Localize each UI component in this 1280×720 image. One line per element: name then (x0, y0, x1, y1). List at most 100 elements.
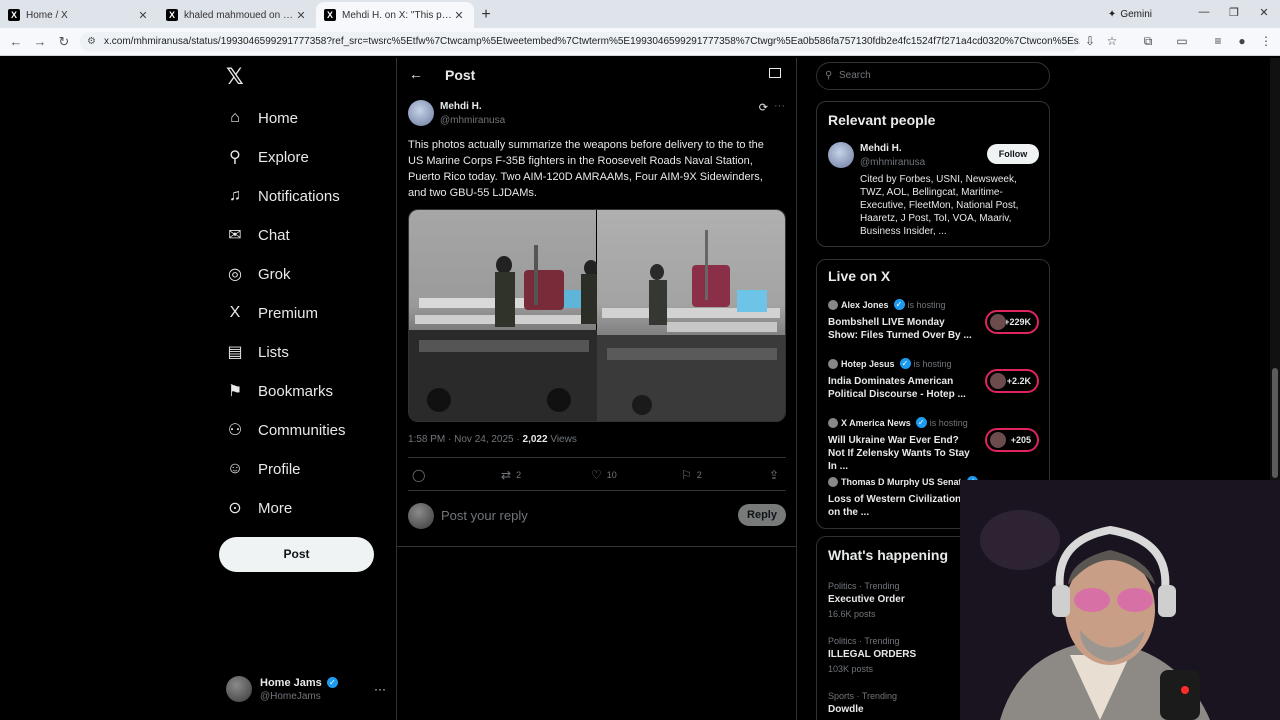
browser-tab-khaled[interactable]: X khaled mahmoued on X: "In an ✕ (158, 2, 316, 28)
reader-mode-icon[interactable] (769, 68, 781, 78)
repost-action[interactable]: ⇄ 2 (501, 468, 521, 482)
sidebar-item-label: Lists (258, 343, 289, 361)
back-icon[interactable]: ← (4, 34, 28, 49)
live-host[interactable]: Hotep Jesus ✓ is hosting (828, 358, 952, 369)
post-photo-left[interactable] (409, 210, 598, 421)
avatar[interactable] (408, 100, 434, 126)
x-logo-icon[interactable]: 𝕏 (226, 64, 244, 90)
bookmark-icon: ⚐ (681, 468, 692, 482)
trend-category: Sports · Trending (828, 691, 898, 701)
live-listeners-badge[interactable]: +205 (985, 428, 1039, 452)
trend-name[interactable]: Dowdle (828, 704, 864, 715)
more-options-icon[interactable]: ··· (774, 100, 785, 112)
panel-title: Relevant people (828, 112, 936, 128)
sidebar-item-more[interactable]: ⊙ More (226, 493, 292, 523)
reply-input[interactable]: Post your reply (441, 508, 528, 523)
trend-category: Politics · Trending (828, 581, 900, 591)
url-field[interactable]: ⚙ x.com/mhmiranusa/status/19930465992917… (80, 32, 1080, 52)
post-author[interactable]: Mehdi H. @mhmiranusa (408, 100, 505, 126)
like-action[interactable]: ♡ 10 (591, 468, 617, 482)
trend-name[interactable]: ILLEGAL ORDERS (828, 649, 916, 660)
post-media[interactable] (408, 209, 786, 422)
x-premium-icon: X (229, 304, 241, 321)
post-button[interactable]: Post (219, 537, 374, 572)
extensions-icon[interactable]: ⧉ (1140, 34, 1156, 49)
sidebar-item-profile[interactable]: ☺ Profile (226, 454, 301, 484)
home-icon: ⌂ (230, 109, 240, 126)
person-name[interactable]: Mehdi H. (860, 143, 902, 154)
account-switcher[interactable]: Home Jams ✓ @HomeJams ··· (226, 672, 386, 706)
close-icon[interactable]: ✕ (452, 9, 466, 22)
sidebar-item-notifications[interactable]: ♫ Notifications (226, 181, 340, 211)
reply-button[interactable]: Reply (738, 504, 786, 526)
bookmark-action[interactable]: ⚐ 2 (681, 468, 702, 482)
person-handle[interactable]: @mhmiranusa (860, 157, 925, 168)
author-handle[interactable]: @mhmiranusa (440, 115, 505, 126)
live-space-title[interactable]: Bombshell LIVE Monday Show: Files Turned… (828, 316, 976, 342)
avatar[interactable] (828, 142, 854, 168)
new-tab-button[interactable]: + (474, 2, 498, 28)
sidebar-toggle-icon[interactable]: ▭ (1174, 34, 1190, 48)
relevant-people-panel: Relevant people Mehdi H. @mhmiranusa Fol… (816, 101, 1050, 247)
gemini-label: Gemini (1120, 8, 1152, 20)
scroll-thumb[interactable] (1272, 368, 1278, 478)
browser-tab-mehdi[interactable]: X Mehdi H. on X: "This photos ac ✕ (316, 2, 474, 28)
star-icon[interactable]: ☆ (1104, 34, 1120, 48)
live-host[interactable]: X America News ✓ is hosting (828, 417, 968, 428)
install-icon[interactable]: ⇩ (1082, 34, 1098, 48)
main-column: ← Post Mehdi H. @mhmiranusa ⟳ ··· This p… (396, 58, 797, 720)
gemini-button[interactable]: ✦ Gemini (1100, 4, 1160, 24)
sidebar-item-label: Home (258, 109, 299, 127)
trend-name[interactable]: Executive Order (828, 594, 905, 605)
share-action[interactable]: ⇪ (769, 468, 779, 482)
sidebar-item-label: More (258, 499, 293, 517)
follow-button[interactable]: Follow (987, 144, 1039, 164)
sidebar-item-home[interactable]: ⌂ Home (226, 103, 298, 133)
sidebar-item-chat[interactable]: ✉ Chat (226, 220, 290, 250)
post-photo-right[interactable] (597, 210, 785, 421)
live-listeners-badge[interactable]: +2.2K (985, 369, 1039, 393)
profile-avatar-icon[interactable]: ● (1234, 34, 1250, 48)
sidebar-item-communities[interactable]: ⚇ Communities (226, 415, 346, 445)
author-name[interactable]: Mehdi H. (440, 101, 505, 112)
site-info-icon[interactable]: ⚙ (87, 32, 96, 52)
address-bar: ← → ↻ ⚙ x.com/mhmiranusa/status/19930465… (0, 28, 1280, 56)
more-options-icon[interactable]: ··· (374, 682, 386, 696)
avatar (408, 503, 434, 529)
sidebar-item-bookmarks[interactable]: ⚑ Bookmarks (226, 376, 333, 406)
menu-icon[interactable]: ⋮ (1258, 34, 1274, 48)
search-input[interactable]: ⚲ Search (816, 62, 1050, 90)
window-close-icon[interactable]: ✕ (1256, 6, 1272, 19)
sidebar-item-premium[interactable]: X Premium (226, 298, 318, 328)
reload-icon[interactable]: ↻ (52, 34, 76, 50)
live-host[interactable]: Thomas D Murphy US Senat✓ (828, 476, 981, 487)
search-icon: ⚲ (825, 70, 833, 81)
live-space-title[interactable]: India Dominates American Political Disco… (828, 375, 976, 401)
maximize-icon[interactable]: ❐ (1226, 6, 1242, 19)
live-listeners-badge[interactable]: +229K (985, 310, 1039, 334)
live-host[interactable]: Alex Jones ✓ is hosting (828, 299, 946, 310)
back-arrow-icon[interactable]: ← (409, 66, 423, 82)
sidebar-item-grok[interactable]: ◎ Grok (226, 259, 291, 289)
webcam-person-image (960, 480, 1280, 720)
media-icon[interactable]: ≡ (1210, 34, 1226, 48)
live-space-title[interactable]: Will Ukraine War Ever End? Not If Zelens… (828, 434, 976, 473)
search-icon: ⚲ (229, 149, 241, 166)
verified-badge-icon: ✓ (326, 677, 338, 689)
close-icon[interactable]: ✕ (294, 9, 308, 22)
x-logo-icon: X (166, 9, 178, 21)
close-icon[interactable]: ✕ (136, 9, 150, 22)
listener-count: +205 (1010, 435, 1031, 445)
live-space-title[interactable]: Loss of Western Civilization Is on the .… (828, 493, 976, 519)
reply-action[interactable]: ◯ (412, 468, 425, 482)
grok-icon: ◎ (228, 266, 242, 283)
minimize-icon[interactable]: — (1196, 6, 1212, 18)
sidebar-item-lists[interactable]: ▤ Lists (226, 337, 289, 367)
grok-explain-icon[interactable]: ⟳ (759, 101, 768, 114)
sidebar-item-label: Bookmarks (258, 382, 334, 400)
bell-icon: ♫ (229, 187, 241, 204)
sidebar-item-label: Chat (258, 226, 290, 244)
sidebar-item-explore[interactable]: ⚲ Explore (226, 142, 309, 172)
forward-icon[interactable]: → (28, 34, 52, 49)
browser-tab-home[interactable]: X Home / X ✕ (0, 2, 158, 28)
